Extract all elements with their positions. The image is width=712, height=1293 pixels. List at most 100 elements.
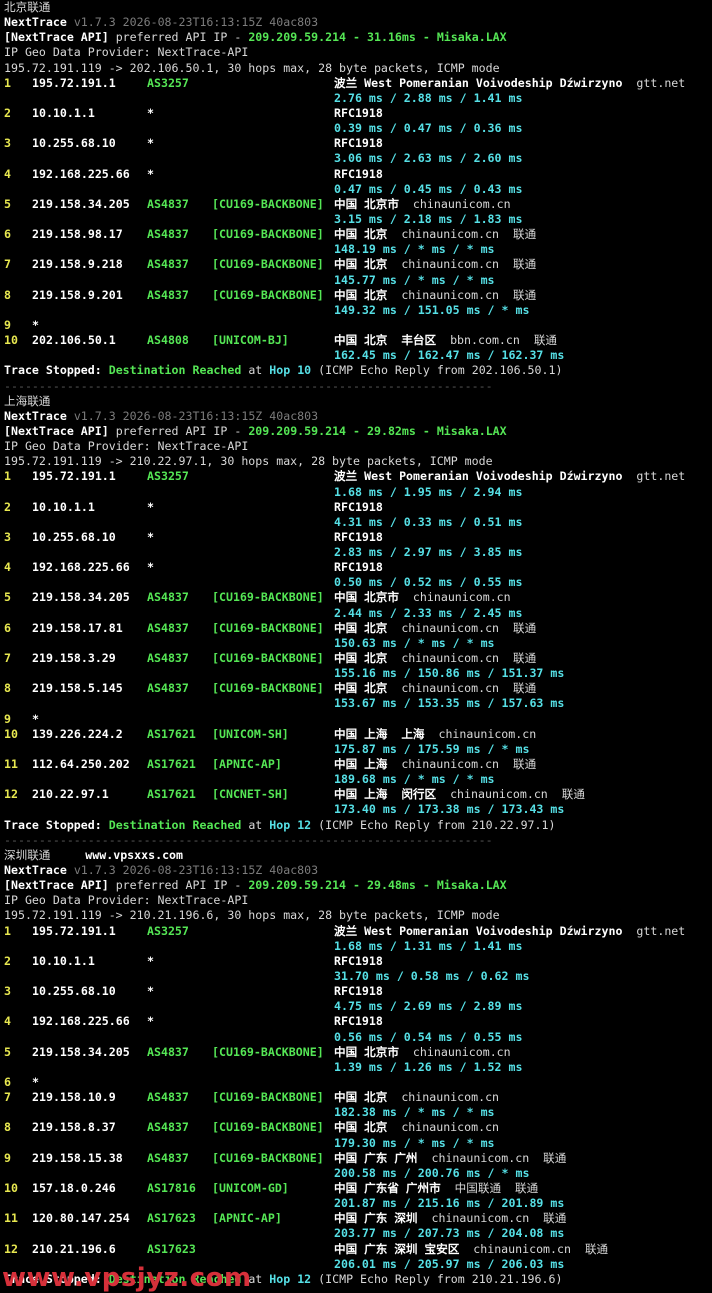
hop-tag: [CU169-BACKBONE] [212,590,324,605]
separator: ----------------------------------------… [4,378,493,393]
hop-number: 6 [4,1074,11,1089]
hop-isp: 联通 [501,1180,539,1195]
route-summary: 195.72.191.119 -> 210.22.97.1, 30 hops m… [4,454,493,469]
icmp-reply: (ICMP Echo Reply from 210.22.97.1) [318,817,556,832]
hop-latency-row: 162.45 ms / 162.47 ms / 162.37 ms [4,348,712,363]
hop-ip: 219.158.98.17 [32,227,123,242]
hop-row: 9 * [4,318,712,333]
hop-number: 12 [4,787,18,802]
hop-ip: * [32,317,39,332]
api-line: [NextTrace API] preferred API IP - 209.2… [4,878,712,893]
hop-latency-row: 4.75 ms / 2.69 ms / 2.89 ms [4,999,712,1014]
api-dash: - [415,30,437,45]
website-label: www.vpsxxs.com [85,847,184,862]
tool-version-line: NextTrace v1.7.3 2026-08-23T16:13:15Z 40… [4,409,712,424]
hop-row: 8 219.158.8.37 AS4837 [CU169-BACKBONE] 中国 北京… [4,1120,712,1135]
hop-rdns: chinaunicom.cn [387,287,500,302]
hop-tag: [CU169-BACKBONE] [212,620,324,635]
api-text: preferred API IP - [115,878,242,893]
hop-geo: 波兰 West Pomeranian Voivodeship Dźwirzyno… [334,469,686,484]
hop-row: 8 219.158.5.145 AS4837 [CU169-BACKBONE] 中国 北… [4,681,712,696]
hop-latency-row: 31.70 ms / 0.58 ms / 0.62 ms [4,969,712,984]
hop-rdns: chinaunicom.cn [387,1120,500,1135]
hop-rdns: chinaunicom.cn [436,787,548,802]
hop-as: AS4837 [147,590,189,605]
hop-as: AS4837 [147,620,189,635]
hop-isp: 联通 [570,1241,609,1256]
hop-row: 2 10.10.1.1 * RFC1918 [4,954,712,969]
hop-row: 9 219.158.15.38 AS4837 [CU169-BACKBONE] 中国 广… [4,1151,712,1166]
hop-latency-row: 1.68 ms / 1.31 ms / 1.41 ms [4,939,712,954]
api-site: Misaka.LAX [436,30,507,45]
hop-number: 4 [4,166,11,181]
hop-rdns: chinaunicom.cn [387,227,500,242]
hop-tag: [CU169-BACKBONE] [212,1120,324,1135]
hop-as: AS4808 [147,333,189,348]
hop-rdns: bbn.com.cn [436,333,520,348]
hop-geo: 中国 上海 上海 chinaunicom.cn [334,726,537,741]
hop-latency-row: 0.56 ms / 0.54 ms / 0.55 ms [4,1030,712,1045]
hop-ip: 10.255.68.10 [32,984,116,999]
hop-ip: 219.158.5.145 [32,681,123,696]
hop-row: 1 195.72.191.1 AS3257 波兰 West Pomeranian Vo… [4,469,712,484]
hop-latency: 179.30 ms / * ms / * ms [334,1135,495,1150]
hop-latency: 2.44 ms / 2.33 ms / 2.45 ms [334,605,523,620]
trace-stopped-line: Trace Stopped: Destination Reached at Ho… [4,818,712,833]
api-dash: - [346,30,367,45]
hop-latency-row: 182.38 ms / * ms / * ms [4,1105,712,1120]
hop-geo: 中国 北京市 chinaunicom.cn [334,590,511,605]
hop-row: 4 192.168.225.66 * RFC1918 [4,167,712,182]
stop-hop: Hop 12 [269,817,312,832]
api-ip: 209.209.59.214 [248,423,347,438]
hop-latency: 200.58 ms / 200.76 ms / * ms [334,1165,530,1180]
hop-as: * [147,984,154,999]
geo-provider-line: IP Geo Data Provider: NextTrace-API [4,439,712,454]
hop-as: AS4837 [147,227,189,242]
hop-as: AS3257 [147,469,189,484]
route-line: 195.72.191.119 -> 210.22.97.1, 30 hops m… [4,454,712,469]
hop-isp: 联通 [499,227,537,242]
hop-tag: [CU169-BACKBONE] [212,287,324,302]
hop-number: 9 [4,711,11,726]
hop-rdns: chinaunicom.cn [398,196,511,211]
hop-geo: 中国 北京 chinaunicom.cn 联通 [334,227,537,242]
hop-geo: RFC1918 [334,984,383,999]
hop-row: 11 112.64.250.202 AS17621 [APNIC-AP] 中国 上海 c… [4,757,712,772]
hop-tag: [CU169-BACKBONE] [212,651,324,666]
hop-rdns: chinaunicom.cn [417,1211,530,1226]
hop-number: 10 [4,726,18,741]
hop-row: 5 219.158.34.205 AS4837 [CU169-BACKBONE] 中国 … [4,197,712,212]
hop-number: 11 [4,757,18,772]
hop-latency: 2.83 ms / 2.97 ms / 3.85 ms [334,545,523,560]
hop-latency: 189.68 ms / * ms / * ms [334,772,495,787]
hop-row: 8 219.158.9.201 AS4837 [CU169-BACKBONE] 中国 北… [4,288,712,303]
hop-latency: 1.68 ms / 1.31 ms / 1.41 ms [334,938,523,953]
hop-geo: 中国 上海 闵行区 chinaunicom.cn 联通 [334,787,585,802]
hop-rdns: chinaunicom.cn [387,620,500,635]
hop-rdns: chinaunicom.cn [398,1044,511,1059]
hop-latency: 1.68 ms / 1.95 ms / 2.94 ms [334,484,523,499]
geo-provider: IP Geo Data Provider: NextTrace-API [4,893,249,908]
hop-geo: 中国 北京 chinaunicom.cn 联通 [334,620,537,635]
hop-tag: [UNICOM-SH] [212,726,289,741]
hop-number: 6 [4,227,11,242]
hop-number: 3 [4,984,11,999]
hop-number: 4 [4,1014,11,1029]
hop-latency-row: 3.06 ms / 2.63 ms / 2.60 ms [4,151,712,166]
api-site: Misaka.LAX [436,878,507,893]
hop-number: 10 [4,1180,18,1195]
hop-latency: 182.38 ms / * ms / * ms [334,1105,495,1120]
hop-latency-row: 189.68 ms / * ms / * ms [4,772,712,787]
hop-ip: 219.158.9.218 [32,257,123,272]
hop-latency-row: 145.77 ms / * ms / * ms [4,273,712,288]
hop-number: 8 [4,681,11,696]
hop-number: 4 [4,560,11,575]
hop-as: * [147,953,154,968]
hop-as: AS17816 [147,1180,196,1195]
hop-latency-row: 2.44 ms / 2.33 ms / 2.45 ms [4,606,712,621]
hop-latency-row: 0.39 ms / 0.47 ms / 0.36 ms [4,121,712,136]
hop-number: 5 [4,590,11,605]
hop-latency-row: 0.50 ms / 0.52 ms / 0.55 ms [4,575,712,590]
hop-latency-row: 201.87 ms / 215.16 ms / 201.89 ms [4,1196,712,1211]
hop-row: 2 10.10.1.1 * RFC1918 [4,106,712,121]
